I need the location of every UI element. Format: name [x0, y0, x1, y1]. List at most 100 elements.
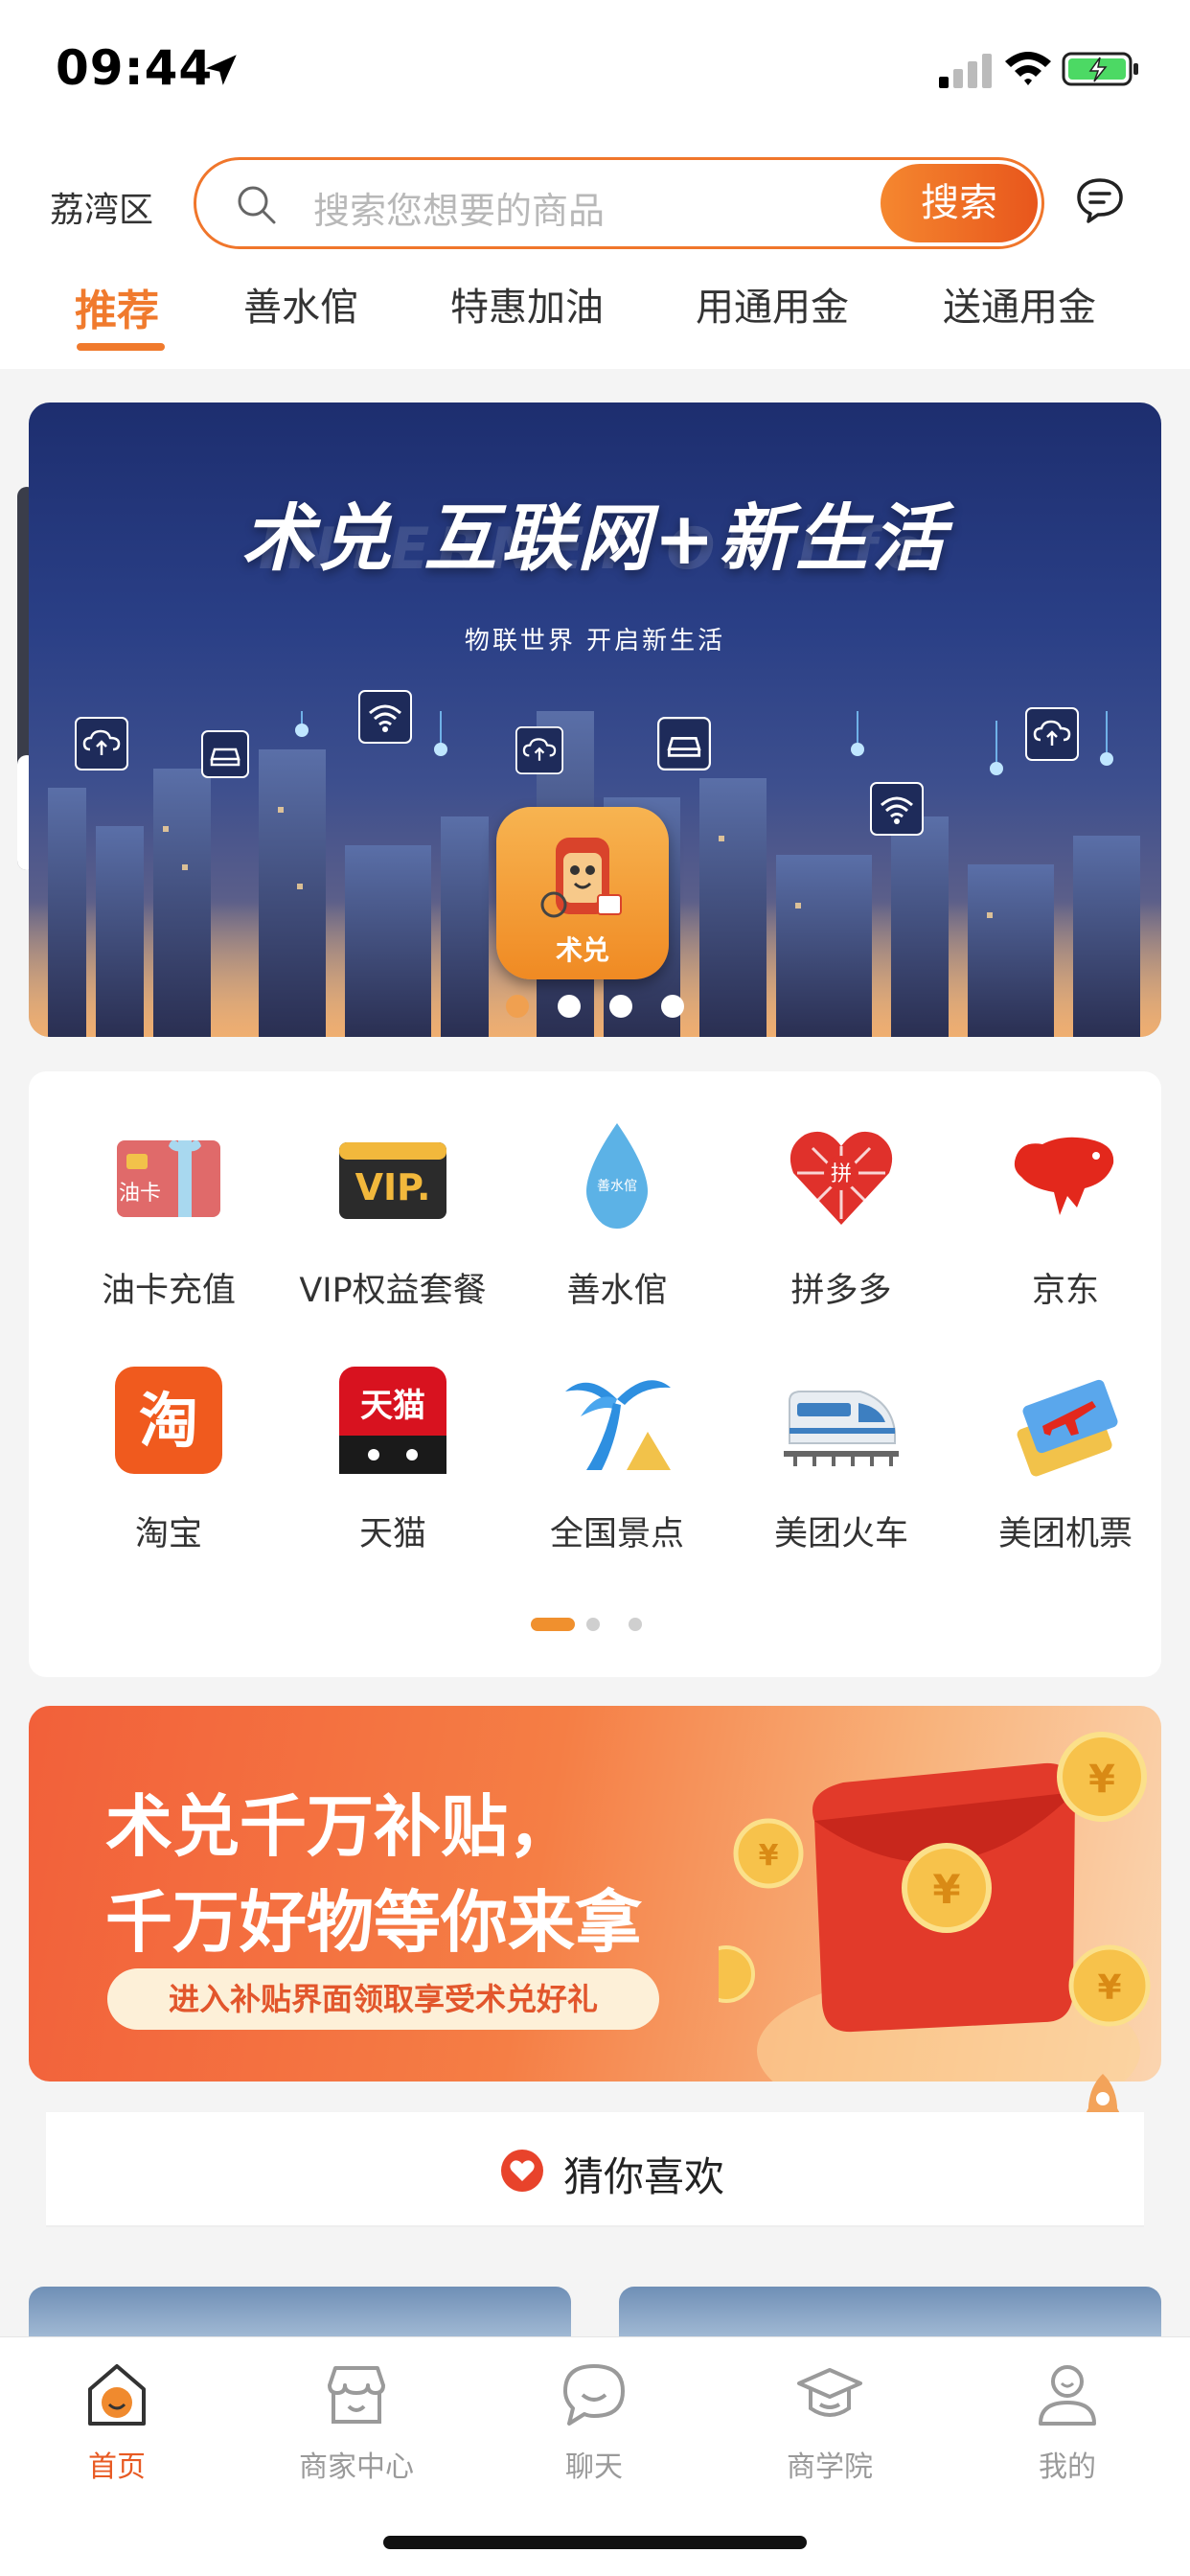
promo-headline: 术兑千万补贴，	[105, 1787, 575, 1866]
graduation-cap-icon	[797, 2368, 862, 2417]
taobao-text: 淘	[139, 1386, 198, 1456]
tab-profile[interactable]: 我的	[972, 2360, 1163, 2495]
water-drop-icon: 善水倌	[586, 1123, 648, 1229]
grid-label: 美团火车	[773, 1515, 908, 1553]
subsidy-promo-banner[interactable]: 术兑千万补贴， 千万好物等你来拿 进入补贴界面领取享受术兑好礼 ¥ ¥ ¥ ¥	[29, 1706, 1161, 2082]
cloud-upload-icon	[1025, 707, 1079, 761]
water-drop-text: 善水倌	[597, 1179, 637, 1194]
search-bar[interactable]: 搜索您想要的商品 搜索	[194, 157, 1044, 249]
grid-page-dot-active[interactable]	[531, 1618, 575, 1631]
vip-icon: VIP.	[339, 1142, 446, 1219]
tab-merchant-center[interactable]: 商家中心	[261, 2360, 452, 2495]
grid-item-pinduoduo[interactable]: 拼 拼多多	[728, 1119, 954, 1330]
category-tabs: 推荐 善水倌 特惠加油 用通用金 送通用金	[0, 276, 1190, 362]
grid-label: 淘宝	[134, 1515, 202, 1553]
coin-symbol: ¥	[1088, 1758, 1115, 1802]
grid-item-jd[interactable]: 京东	[952, 1119, 1179, 1330]
product-card[interactable]	[619, 2287, 1161, 2344]
grid-label: 天猫	[358, 1515, 426, 1553]
grid-item-fuel-card[interactable]: 油卡 油卡充值	[56, 1119, 282, 1330]
active-tab-indicator	[77, 343, 165, 351]
grid-label: 善水倌	[566, 1272, 668, 1310]
tab-recommend[interactable]: 推荐	[75, 276, 159, 337]
palm-tree-icon	[565, 1380, 671, 1470]
status-bar: 09:44	[0, 0, 1190, 134]
car-icon	[201, 730, 249, 778]
grid-item-train[interactable]: 美团火车	[728, 1363, 954, 1574]
vip-text: VIP.	[355, 1166, 431, 1208]
heart-icon	[501, 2150, 543, 2192]
promo-subheadline: 千万好物等你来拿	[105, 1883, 642, 1962]
battery-charging-icon	[1062, 52, 1138, 86]
header: 荔湾区 搜索您想要的商品 搜索 推荐 善水倌 特惠加油 用通用金 送通用金	[0, 134, 1190, 369]
coin-symbol: ¥	[932, 1866, 960, 1913]
location-arrow-icon	[206, 55, 237, 85]
banner-subtitle: 物联世界 开启新生活	[464, 627, 726, 656]
banner-dot[interactable]	[609, 995, 632, 1018]
search-icon	[238, 186, 276, 224]
district-selector[interactable]: 荔湾区	[50, 182, 153, 232]
grid-pagination	[29, 1618, 1161, 1637]
cellular-signal-icon	[939, 54, 992, 88]
grid-label: 全国景点	[549, 1515, 684, 1553]
guess-you-like-header: 猜你喜欢	[46, 2112, 1144, 2227]
grid-label: 油卡充值	[101, 1272, 236, 1310]
home-icon	[88, 2364, 146, 2426]
tab-give-credit[interactable]: 送通用金	[943, 276, 1096, 332]
message-icon[interactable]	[1075, 176, 1125, 224]
fuel-card-icon: 油卡	[117, 1139, 220, 1217]
search-input[interactable]: 搜索您想要的商品	[313, 181, 605, 234]
tmall-text: 天猫	[360, 1387, 425, 1425]
train-icon	[784, 1391, 899, 1466]
tab-use-credit[interactable]: 用通用金	[696, 276, 849, 332]
chat-icon	[563, 2364, 625, 2426]
hero-banner[interactable]: INTERNET OF life 术兑 互联网+新生活 物联世界 开启新生活 术…	[29, 402, 1161, 1037]
tab-fuel-deals[interactable]: 特惠加油	[450, 276, 604, 332]
grid-item-flight[interactable]: 美团机票	[952, 1363, 1179, 1574]
banner-dot-active[interactable]	[506, 995, 529, 1018]
coin-symbol: ¥	[759, 1839, 779, 1873]
cloud-upload-icon	[75, 717, 128, 770]
search-button[interactable]: 搜索	[881, 164, 1038, 242]
tab-home-label: 首页	[88, 2450, 146, 2484]
tab-chat[interactable]: 聊天	[498, 2360, 690, 2495]
banner-title: 术兑 互联网+新生活	[240, 495, 950, 581]
banner-dot[interactable]	[558, 995, 581, 1018]
grid-item-scenic[interactable]: 全国景点	[504, 1363, 730, 1574]
fuel-card-text: 油卡	[119, 1182, 161, 1206]
home-indicator[interactable]	[383, 2536, 807, 2549]
promo-cta[interactable]: 进入补贴界面领取享受术兑好礼	[107, 1968, 659, 2030]
tab-shanshuiguan[interactable]: 善水倌	[243, 276, 358, 332]
banner-pagination	[29, 995, 1161, 1024]
tab-business-school[interactable]: 商学院	[734, 2360, 926, 2495]
tab-profile-label: 我的	[1039, 2450, 1096, 2484]
status-time: 09:44	[56, 40, 214, 96]
plane-ticket-icon	[1017, 1379, 1118, 1477]
shop-icon	[328, 2366, 385, 2424]
grid-page-dot[interactable]	[586, 1618, 600, 1631]
car-icon	[657, 717, 711, 770]
grid-item-shanshuiguan[interactable]: 善水倌 善水倌	[504, 1119, 730, 1330]
wifi-icon	[358, 690, 412, 744]
profile-icon	[1039, 2365, 1096, 2426]
grid-label: 京东	[1031, 1272, 1099, 1310]
grid-item-tmall[interactable]: 天猫 天猫	[280, 1363, 506, 1574]
tmall-icon: 天猫	[339, 1367, 446, 1474]
tab-chat-label: 聊天	[565, 2450, 623, 2484]
red-envelope-illustration: ¥ ¥ ¥ ¥	[719, 1732, 1151, 2082]
grid-item-taobao[interactable]: 淘 淘宝	[56, 1363, 282, 1574]
grid-label: 美团机票	[997, 1515, 1133, 1553]
wifi-icon	[870, 782, 924, 836]
pinduoduo-text: 拼	[831, 1162, 852, 1186]
badge-label: 术兑	[555, 934, 609, 966]
coin-symbol: ¥	[1097, 1968, 1121, 2008]
grid-page-dot[interactable]	[629, 1618, 642, 1631]
tab-home[interactable]: 首页	[21, 2360, 213, 2495]
banner-dot[interactable]	[661, 995, 684, 1018]
wifi-icon	[1005, 52, 1051, 85]
product-card[interactable]	[29, 2287, 571, 2344]
guess-you-like-title: 猜你喜欢	[563, 2153, 725, 2200]
grid-label: 拼多多	[790, 1272, 892, 1310]
grid-item-vip[interactable]: VIP. VIP权益套餐	[280, 1119, 506, 1330]
taobao-icon: 淘	[115, 1367, 222, 1474]
